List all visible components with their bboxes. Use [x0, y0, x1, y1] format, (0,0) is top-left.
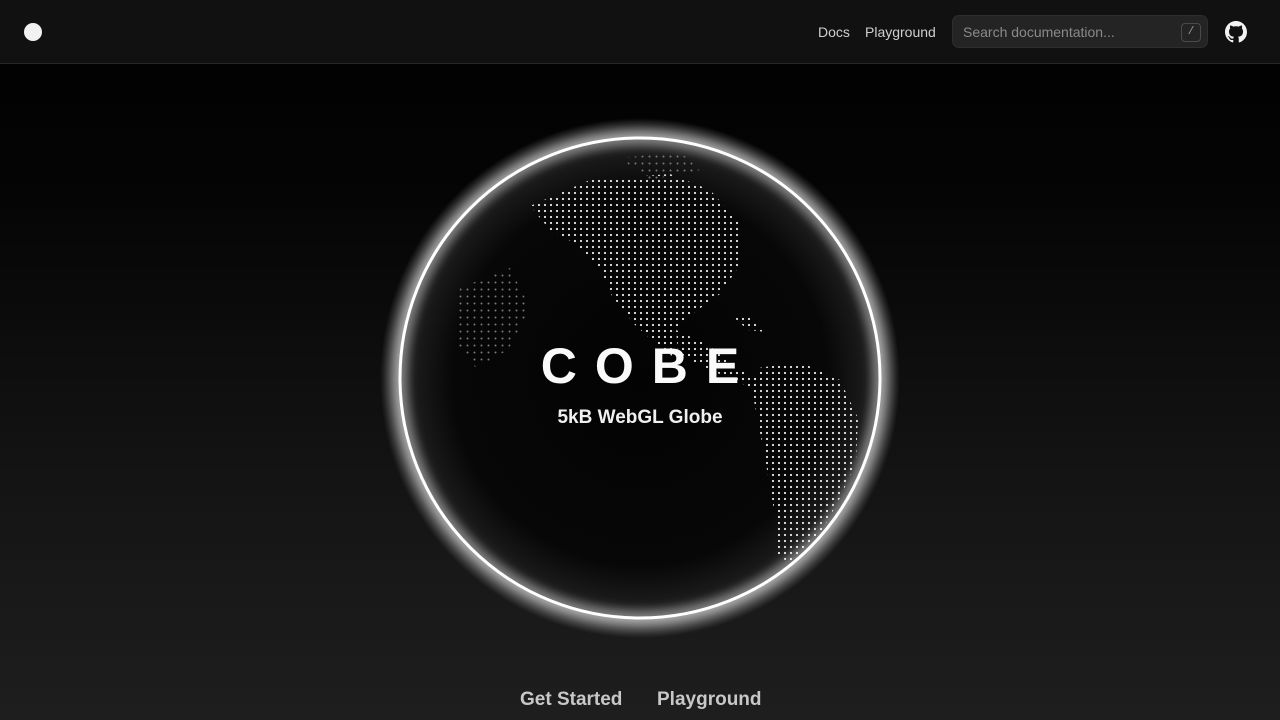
- get-started-link[interactable]: Get Started: [520, 688, 622, 712]
- nav-playground-link[interactable]: Playground: [865, 22, 936, 42]
- page: Docs Playground /: [0, 0, 1280, 720]
- github-icon[interactable]: [1225, 21, 1247, 43]
- circle-logo-icon[interactable]: [24, 23, 42, 41]
- playground-link[interactable]: Playground: [657, 688, 762, 712]
- nav-docs-link[interactable]: Docs: [818, 22, 850, 42]
- top-nav-bar: Docs Playground /: [0, 0, 1280, 64]
- hero-title: COBE: [540, 338, 758, 394]
- search-input[interactable]: [963, 16, 1173, 47]
- search-box[interactable]: /: [952, 15, 1208, 48]
- search-shortcut-key: /: [1181, 23, 1201, 42]
- hero-subtitle: 5kB WebGL Globe: [557, 407, 723, 428]
